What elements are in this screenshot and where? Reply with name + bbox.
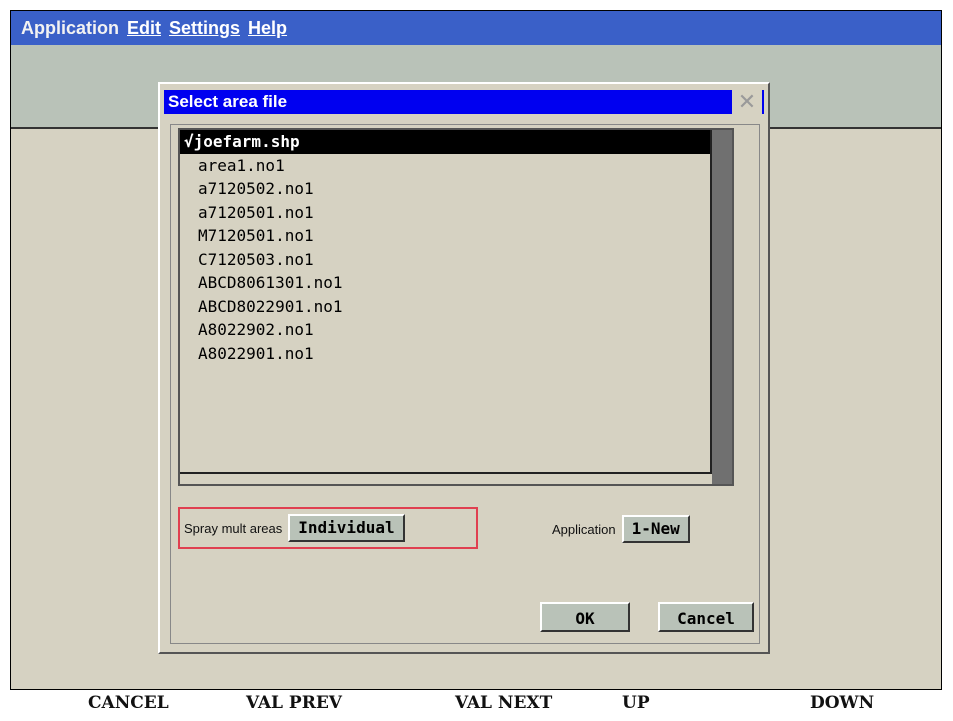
select-area-dialog: Select area file ✕ √joefarm.shp area1.no… — [158, 82, 770, 654]
file-list: √joefarm.shp area1.no1 a7120502.no1 a712… — [180, 130, 712, 474]
close-icon[interactable]: ✕ — [732, 90, 762, 114]
list-item[interactable]: ABCD8022901.no1 — [180, 295, 710, 319]
application-label: Application — [552, 521, 616, 537]
list-item[interactable]: √joefarm.shp — [180, 130, 710, 154]
menu-settings[interactable]: Settings — [169, 18, 240, 39]
file-listbox[interactable]: √joefarm.shp area1.no1 a7120502.no1 a712… — [178, 128, 734, 486]
fkey-val-prev[interactable]: VAL PREV — [246, 693, 342, 713]
list-item[interactable]: ABCD8061301.no1 — [180, 271, 710, 295]
spray-mult-areas-group: Spray mult areas Individual — [178, 507, 478, 549]
fkey-cancel[interactable]: CANCEL — [88, 693, 169, 713]
menubar: Application Edit Settings Help — [11, 11, 941, 45]
dialog-titlebar: Select area file ✕ — [164, 90, 764, 114]
function-key-bar: CANCEL VAL PREV VAL NEXT UP DOWN — [0, 693, 953, 721]
fkey-val-next[interactable]: VAL NEXT — [455, 693, 552, 713]
list-item[interactable]: A8022901.no1 — [180, 342, 710, 366]
fkey-up[interactable]: UP — [622, 693, 650, 713]
menu-settings-label: Settings — [169, 17, 241, 38]
list-scrollbar[interactable] — [712, 130, 732, 484]
application-group: Application 1-New — [552, 514, 690, 544]
menu-edit-label: Edit — [127, 17, 161, 38]
list-item[interactable]: a7120501.no1 — [180, 201, 710, 225]
list-item[interactable]: M7120501.no1 — [180, 224, 710, 248]
cancel-button[interactable]: Cancel — [658, 602, 754, 632]
application-field[interactable]: 1-New — [621, 515, 690, 543]
menu-help[interactable]: Help — [248, 18, 287, 39]
list-item[interactable]: C7120503.no1 — [180, 248, 710, 272]
menu-edit[interactable]: Edit — [127, 18, 161, 39]
list-item[interactable]: area1.no1 — [180, 154, 710, 178]
list-item[interactable]: A8022902.no1 — [180, 318, 710, 342]
dialog-title: Select area file — [168, 92, 288, 111]
spray-mult-areas-field[interactable]: Individual — [288, 514, 405, 542]
spray-mult-areas-label: Spray mult areas — [184, 520, 283, 536]
list-item[interactable]: a7120502.no1 — [180, 177, 710, 201]
menu-help-label: Help — [248, 17, 288, 38]
menu-application[interactable]: Application — [21, 18, 119, 39]
ok-button[interactable]: OK — [540, 602, 630, 632]
fkey-down[interactable]: DOWN — [810, 693, 874, 713]
